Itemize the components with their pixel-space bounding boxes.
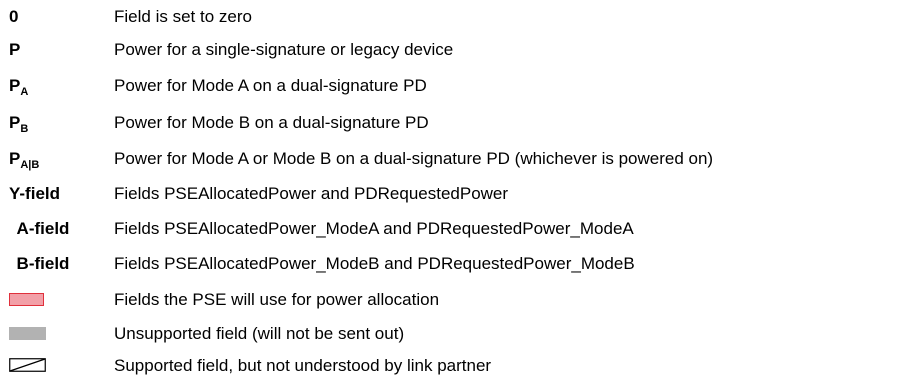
description-zero: Field is set to zero [114, 7, 252, 26]
description-a-field: Fields PSEAllocatedPower_ModeA and PDReq… [114, 219, 634, 238]
description-p: Power for a single-signature or legacy d… [114, 40, 454, 59]
symbol-p-a-subscript: A [20, 86, 29, 98]
symbol-p-a-or-b: PA|B [9, 142, 39, 176]
description-allocation: Fields the PSE will use for power alloca… [114, 290, 440, 309]
description-b-field: Fields PSEAllocatedPower_ModeB and PDReq… [114, 254, 635, 273]
slashed-box-icon [9, 358, 46, 372]
legend-row-p-a: PA Power for Mode A on a dual-signature … [0, 69, 901, 103]
gray-unsupported-swatch [9, 327, 46, 340]
description-not-understood: Supported field, but not understood by l… [114, 356, 492, 375]
symbol-b-field: B-field [16, 254, 70, 273]
description-p-b: Power for Mode B on a dual-signature PD [114, 113, 429, 132]
description-unsupported: Unsupported field (will not be sent out) [114, 324, 405, 343]
description-p-a: Power for Mode A on a dual-signature PD [114, 76, 427, 95]
symbol-p-a: PA [9, 69, 28, 103]
symbol-y-field: Y-field [9, 184, 61, 203]
symbol-p-b-subscript: B [20, 123, 29, 135]
description-p-a-or-b: Power for Mode A or Mode B on a dual-sig… [114, 149, 714, 168]
symbol-zero: 0 [9, 7, 19, 26]
legend-row-y-field: Y-field Fields PSEAllocatedPower and PDR… [0, 177, 901, 211]
legend-row-p-b: PB Power for Mode B on a dual-signature … [0, 106, 901, 140]
symbol-p-b: PB [9, 106, 28, 140]
legend-row-unsupported: Unsupported field (will not be sent out) [0, 317, 901, 351]
pink-allocation-swatch [9, 293, 44, 306]
legend-row-p-a-or-b: PA|B Power for Mode A or Mode B on a dua… [0, 142, 901, 176]
legend-row-b-field: B-field Fields PSEAllocatedPower_ModeB a… [0, 247, 901, 281]
symbol-p-a-or-b-base: P [9, 149, 21, 168]
legend-row-a-field: A-field Fields PSEAllocatedPower_ModeA a… [0, 212, 901, 246]
symbol-p-b-base: P [9, 113, 21, 132]
description-y-field: Fields PSEAllocatedPower and PDRequested… [114, 184, 509, 203]
legend-row-zero: 0 Field is set to zero [0, 0, 901, 34]
symbol-p: P [9, 40, 21, 59]
symbol-p-a-base: P [9, 76, 21, 95]
legend-row-not-understood: Supported field, but not understood by l… [0, 349, 901, 383]
symbol-p-a-or-b-subscript: A|B [20, 159, 40, 171]
legend-row-allocation: Fields the PSE will use for power alloca… [0, 283, 901, 317]
legend-row-p: P Power for a single-signature or legacy… [0, 33, 901, 67]
symbol-a-field: A-field [16, 219, 70, 238]
